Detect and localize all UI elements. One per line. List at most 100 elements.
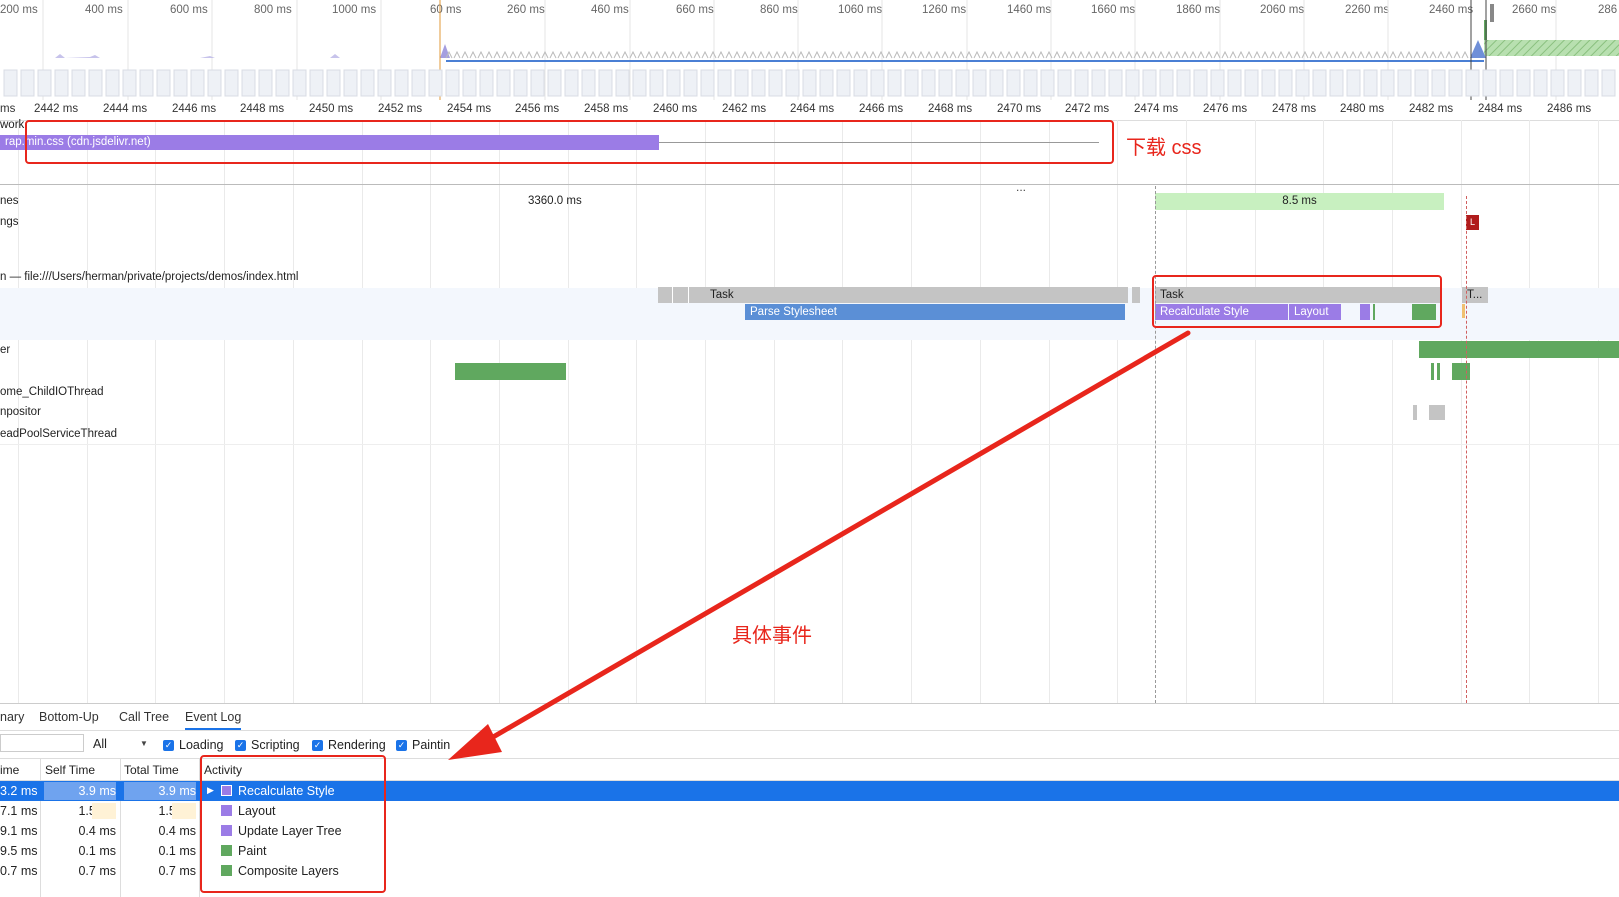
raster-bar[interactable] xyxy=(1431,363,1434,380)
tab-bottom-up[interactable]: Bottom-Up xyxy=(39,710,99,724)
task-separator xyxy=(688,287,689,303)
download-css-highlight xyxy=(25,120,1114,164)
filmstrip-frame xyxy=(870,69,885,97)
timings-track-label[interactable]: ngs xyxy=(0,216,19,228)
raster-bar[interactable] xyxy=(455,363,566,380)
checkbox-icon: ✓ xyxy=(235,739,246,751)
compositor-thread-label[interactable]: npositor xyxy=(0,406,41,418)
filmstrip-frame xyxy=(292,69,307,97)
start-time-cell: 9.1 ms xyxy=(0,824,38,838)
filmstrip-frame xyxy=(122,69,137,97)
parse-stylesheet-bar[interactable]: Parse Stylesheet xyxy=(745,304,1125,320)
filmstrip-frame xyxy=(904,69,919,97)
chevron-down-icon[interactable]: ▼ xyxy=(140,739,148,748)
filmstrip-frame xyxy=(428,69,443,97)
time-ruler[interactable]: ms 2442 ms 2444 ms 2446 ms 2448 ms 2450 … xyxy=(0,100,1619,121)
filmstrip-frame xyxy=(921,69,936,97)
filmstrip-frame xyxy=(156,69,171,97)
timeline-overview[interactable]: 200 ms 400 ms 600 ms 800 ms 1000 ms 60 m… xyxy=(0,0,1619,101)
filmstrip-frame xyxy=(1397,69,1412,97)
filmstrip-frame xyxy=(632,69,647,97)
grid-line xyxy=(705,120,706,703)
checkbox-label: Loading xyxy=(179,738,224,752)
ruler-tick-label: 2442 ms xyxy=(34,103,79,115)
column-start-time[interactable]: ime xyxy=(0,763,19,777)
checkbox-label: Scripting xyxy=(251,738,300,752)
compositor-task[interactable] xyxy=(1429,405,1445,420)
ruler-tick-label: 2482 ms xyxy=(1409,103,1454,115)
filmstrip-frame xyxy=(173,69,188,97)
network-track-label[interactable]: work xyxy=(0,119,24,131)
filmstrip-frame xyxy=(1499,69,1514,97)
painting-checkbox[interactable]: ✓ Paintin xyxy=(396,738,450,752)
column-total-time[interactable]: Total Time xyxy=(124,763,179,777)
filmstrip-frame xyxy=(479,69,494,97)
tab-event-log[interactable]: Event Log xyxy=(185,710,242,730)
split-handle[interactable]: ... xyxy=(1016,180,1026,194)
self-time-cell: 3.9 ms xyxy=(44,782,116,800)
filmstrip-frame xyxy=(139,69,154,97)
load-event-marker[interactable]: L xyxy=(1466,215,1479,230)
checkbox-label: Paintin xyxy=(412,738,451,752)
frame-duration-short[interactable]: 8.5 ms xyxy=(1155,193,1444,210)
raster-bar[interactable] xyxy=(1452,363,1470,380)
raster-bar[interactable] xyxy=(1437,363,1440,380)
grid-line xyxy=(155,120,156,703)
filmstrip-frame xyxy=(751,69,766,97)
threadpool-thread-label[interactable]: eadPoolServiceThread xyxy=(0,428,117,440)
activity-highlight xyxy=(200,755,386,893)
raster-bar[interactable] xyxy=(1419,341,1619,358)
child-io-thread-label[interactable]: ome_ChildIOThread xyxy=(0,386,104,398)
task-bar[interactable] xyxy=(1132,287,1140,303)
filmstrip-frame xyxy=(1227,69,1242,97)
main-thread-label[interactable]: n — file:///Users/herman/private/project… xyxy=(0,271,298,283)
raster-track-label[interactable]: er xyxy=(0,344,10,356)
track-divider xyxy=(0,444,1619,445)
filmstrip-frame xyxy=(615,69,630,97)
split-divider[interactable] xyxy=(0,184,1619,185)
filmstrip-frame xyxy=(54,69,69,97)
filmstrip-frame xyxy=(1550,69,1565,97)
start-time-cell: 7.1 ms xyxy=(0,804,38,818)
self-time-cell: 0.7 ms xyxy=(78,864,116,878)
rendering-checkbox[interactable]: ✓ Rendering xyxy=(312,738,386,752)
grid-line xyxy=(1117,120,1118,703)
tab-summary[interactable]: nary xyxy=(0,710,24,724)
selection-start-line xyxy=(1155,186,1156,703)
filmstrip-frame xyxy=(547,69,562,97)
column-self-time[interactable]: Self Time xyxy=(45,763,95,777)
tab-divider xyxy=(0,730,1619,731)
grid-line xyxy=(362,120,363,703)
filmstrip-frame xyxy=(1006,69,1021,97)
ruler-tick-label: 2464 ms xyxy=(790,103,835,115)
filmstrip-frame xyxy=(598,69,613,97)
filmstrip-frame xyxy=(1023,69,1038,97)
self-time-heat xyxy=(92,803,116,819)
filter-input[interactable] xyxy=(0,734,84,752)
compositor-task[interactable] xyxy=(1413,405,1417,420)
filter-select[interactable]: All xyxy=(93,737,107,751)
filmstrip-frame xyxy=(309,69,324,97)
grid-line xyxy=(87,120,88,703)
overview-graph xyxy=(3,0,1619,100)
filmstrip-frame xyxy=(1040,69,1055,97)
filmstrip-frame xyxy=(1431,69,1446,97)
filmstrip-frame xyxy=(938,69,953,97)
frames-track-label[interactable]: nes xyxy=(0,195,19,207)
scripting-checkbox[interactable]: ✓ Scripting xyxy=(235,738,300,752)
task-bar-label[interactable]: Task xyxy=(692,287,1128,303)
filmstrip-frame xyxy=(1125,69,1140,97)
ruler-tick-label: 2474 ms xyxy=(1134,103,1179,115)
filmstrip-frame xyxy=(1601,69,1616,97)
filmstrip-frame xyxy=(1346,69,1361,97)
frame-duration-long[interactable]: 3360.0 ms xyxy=(528,195,582,207)
self-time-cell: 0.1 ms xyxy=(78,844,116,858)
ruler-tick-label: 2444 ms xyxy=(103,103,148,115)
loading-checkbox[interactable]: ✓ Loading xyxy=(163,738,224,752)
checkbox-icon: ✓ xyxy=(163,739,174,751)
filmstrip-frame xyxy=(1329,69,1344,97)
filmstrip-frame xyxy=(1363,69,1378,97)
tab-call-tree[interactable]: Call Tree xyxy=(119,710,169,724)
grid-line xyxy=(499,120,500,703)
filmstrip-frame xyxy=(700,69,715,97)
